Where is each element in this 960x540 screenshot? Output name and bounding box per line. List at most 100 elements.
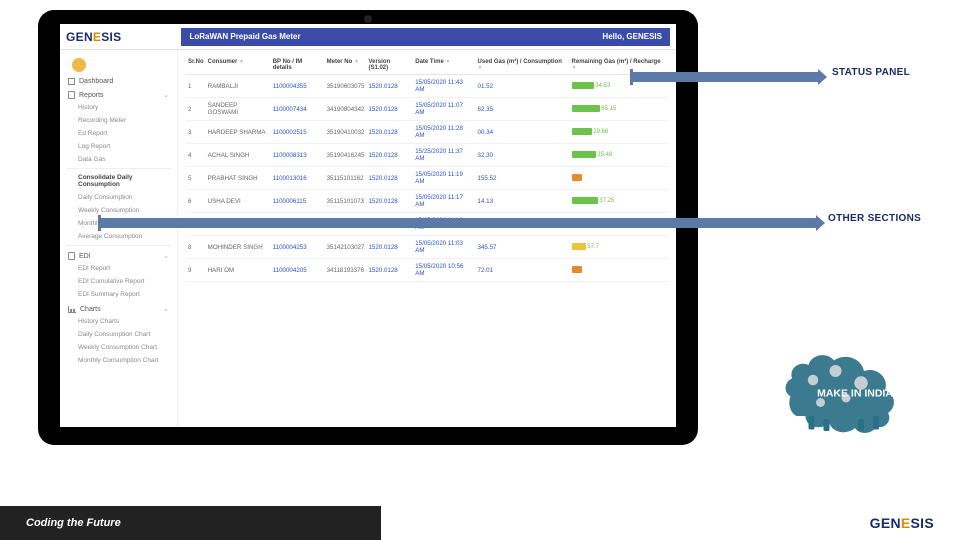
cell-consumer: HARI OM — [206, 259, 271, 282]
sidebar-subitem[interactable]: Ed Report — [60, 127, 177, 140]
sidebar-item-edi[interactable]: EDI ⌄ — [60, 248, 177, 262]
sidebar-subitem[interactable]: Consolidate Daily Consumption — [60, 171, 177, 191]
user-greeting: Hello, GENESIS — [602, 28, 662, 46]
cell-bp[interactable]: 1100013016 — [271, 167, 325, 190]
cell-datetime: 15/05/2020 11:03 AM — [413, 236, 475, 259]
sidebar-subitem[interactable]: EDI Summary Report — [60, 288, 177, 301]
status-bar — [572, 151, 596, 158]
cell-meter: 35115101162 — [325, 167, 367, 190]
sidebar-item-reports[interactable]: Reports ⌄ — [60, 87, 177, 101]
cell-version: 1520.0128 — [366, 190, 413, 213]
cell-datetime: 15/05/2020 11:43 AM — [413, 75, 475, 98]
cell-datetime: 15/05/2020 11:19 AM — [413, 167, 475, 190]
col-used[interactable]: Used Gas (m³) / Consumption ▼ — [476, 56, 570, 75]
cell-remaining: 65.15 — [570, 98, 668, 121]
cell-meter: 35190603075 — [325, 75, 367, 98]
table-row[interactable]: 6USHA DEVI1100006115351151010731520.0128… — [186, 190, 668, 213]
col-version[interactable]: Version (S1.02) — [366, 56, 413, 75]
avatar — [72, 58, 86, 72]
status-bar — [572, 105, 600, 112]
sidebar-subitem[interactable]: Log Report — [60, 140, 177, 153]
sidebar-item-label: EDI — [79, 253, 91, 260]
col-sr[interactable]: Sr.No — [186, 56, 206, 75]
cell-version: 1520.0128 — [366, 259, 413, 282]
cell-meter: 34190804342 — [325, 98, 367, 121]
cell-consumer: PRABHAT SINGH — [206, 167, 271, 190]
sidebar-subitem[interactable]: Weekly Consumption Chart — [60, 341, 177, 354]
sidebar-item-charts[interactable]: Charts ⌄ — [60, 301, 177, 315]
cell-consumer: HARDEEP SHARMA — [206, 121, 271, 144]
table-row[interactable]: 2SANDEEP GOSWAMI110000743434190804342152… — [186, 98, 668, 121]
chevron-down-icon: ⌄ — [163, 252, 169, 260]
status-bar — [572, 243, 586, 250]
col-meter[interactable]: Meter No ▼ — [325, 56, 367, 75]
table-row[interactable]: 9HARI OM1100004205341181933761520.012815… — [186, 259, 668, 282]
sidebar-subitem[interactable]: Daily Consumption Chart — [60, 328, 177, 341]
cell-bp[interactable]: 1100004253 — [271, 236, 325, 259]
cell-version: 1520.0128 — [366, 144, 413, 167]
sidebar-subitem[interactable]: Average Consumption — [60, 230, 177, 243]
chevron-down-icon: ⌄ — [163, 91, 169, 99]
cell-used: 155.52 — [476, 167, 570, 190]
slide-footer: Coding the Future GENESIS — [0, 506, 960, 540]
table-row[interactable]: 3HARDEEP SHARMA1100002515351904100321520… — [186, 121, 668, 144]
cell-sr: 5 — [186, 167, 206, 190]
col-bp[interactable]: BP No / IM details — [271, 56, 325, 75]
status-bar — [572, 128, 592, 135]
cell-version: 1520.0128 — [366, 236, 413, 259]
cell-bp[interactable]: 1100002515 — [271, 121, 325, 144]
cell-consumer: ACHAL SINGH — [206, 144, 271, 167]
brand-logo: GENESIS — [66, 30, 121, 44]
cell-used: 32.30 — [476, 144, 570, 167]
sidebar-item-label: Dashboard — [79, 78, 113, 85]
cell-meter: 35142103027 — [325, 236, 367, 259]
col-date[interactable]: Date Time ▼ — [413, 56, 475, 75]
sidebar-subitem[interactable]: EDI Report — [60, 262, 177, 275]
sidebar-item-dashboard[interactable]: Dashboard — [60, 74, 177, 87]
app-title: LoRaWAN Prepaid Gas Meter — [189, 28, 300, 46]
cell-meter: 35190416245 — [325, 144, 367, 167]
cell-bp[interactable]: 1100004205 — [271, 259, 325, 282]
cell-meter: 34118193376 — [325, 259, 367, 282]
cell-remaining: 35.48 — [570, 144, 668, 167]
dashboard-icon — [68, 78, 75, 85]
sidebar-subitem[interactable]: Recording Meter — [60, 114, 177, 127]
table-row[interactable]: 1RAMBALJI1100004355351906030751520.01281… — [186, 75, 668, 98]
cell-bp[interactable]: 1100004355 — [271, 75, 325, 98]
cell-consumer: RAMBALJI — [206, 75, 271, 98]
cell-consumer: SANDEEP GOSWAMI — [206, 98, 271, 121]
table-row[interactable]: 5PRABHAT SINGH1100013016351151011621520.… — [186, 167, 668, 190]
cell-used: 00.34 — [476, 121, 570, 144]
cell-consumer: USHA DEVI — [206, 190, 271, 213]
app-body: Dashboard Reports ⌄ HistoryRecording Met… — [60, 50, 676, 427]
cell-datetime: 15/25/2020 11:37 AM — [413, 144, 475, 167]
app-topbar: GENESIS LoRaWAN Prepaid Gas Meter Hello,… — [60, 24, 676, 50]
status-bar — [572, 197, 598, 204]
sidebar-subitem[interactable]: EDI Cumulative Report — [60, 275, 177, 288]
arrow-other — [98, 216, 818, 230]
arrow-status — [630, 70, 820, 84]
table-row[interactable]: 4ACHAL SINGH1100008313351904162451520.01… — [186, 144, 668, 167]
chart-icon — [68, 306, 76, 313]
footer-logo: GENESIS — [870, 515, 934, 531]
cell-remaining: 37.25 — [570, 190, 668, 213]
cell-datetime: 15/05/2020 11:17 AM — [413, 190, 475, 213]
cell-bp[interactable]: 1100007434 — [271, 98, 325, 121]
col-consumer[interactable]: Consumer ▼ — [206, 56, 271, 75]
sidebar-subitem[interactable]: Monthly Consumption Chart — [60, 354, 177, 367]
sidebar-subitem[interactable]: History Charts — [60, 315, 177, 328]
sidebar-subitem[interactable]: Daily Consumption — [60, 191, 177, 204]
cell-used: 345.57 — [476, 236, 570, 259]
sidebar-subitem[interactable]: History — [60, 101, 177, 114]
cell-sr: 3 — [186, 121, 206, 144]
sidebar-subitem[interactable]: Data Gas — [60, 153, 177, 166]
consumer-table: Sr.No Consumer ▼ BP No / IM details Mete… — [186, 56, 668, 282]
sidebar: Dashboard Reports ⌄ HistoryRecording Met… — [60, 50, 178, 427]
table-row[interactable]: 8MOHINDER SINGH1100004253351421030271520… — [186, 236, 668, 259]
cell-meter: 35190410032 — [325, 121, 367, 144]
cell-bp[interactable]: 1100006115 — [271, 190, 325, 213]
cell-remaining — [570, 259, 668, 282]
cell-bp[interactable]: 1100008313 — [271, 144, 325, 167]
cell-version: 1520.0128 — [366, 75, 413, 98]
sidebar-item-label: Reports — [79, 92, 104, 99]
